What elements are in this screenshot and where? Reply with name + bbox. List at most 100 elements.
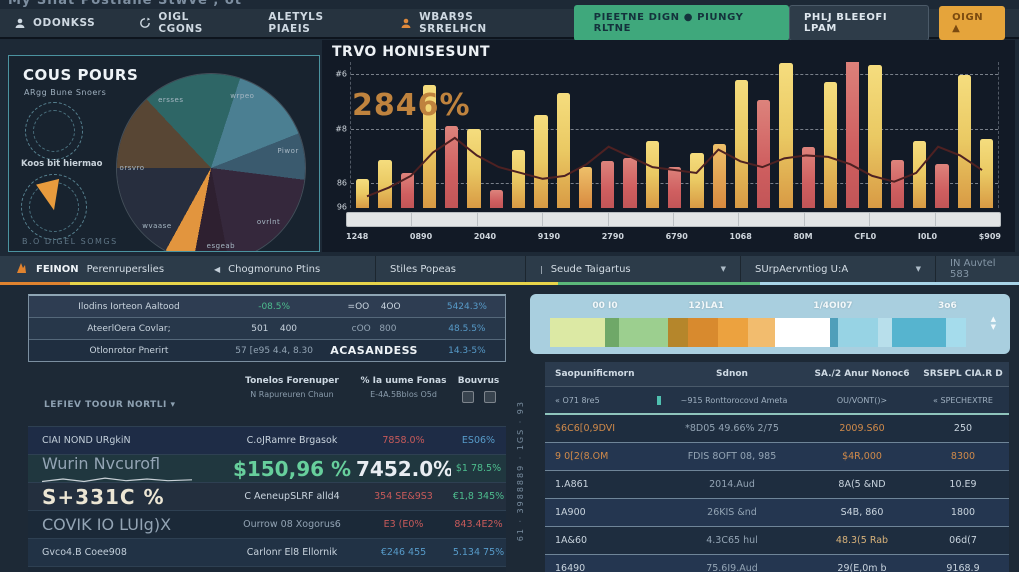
table-cell: S4B, 860 (840, 507, 884, 518)
scrollbar-segment[interactable] (609, 213, 675, 226)
column-header[interactable]: Saopunificmorn (545, 369, 657, 379)
toolbar-segment[interactable]: | Seude Taigartus ▼ (525, 256, 740, 282)
table-row[interactable]: B baandt Ebesor Ehvrts2 AVBK Eloort Bono… (28, 566, 506, 572)
holding-label: Wurin Nvcurofl (42, 453, 161, 473)
primary-action-button[interactable]: PIEETNE DIGN ● PIUNGY RLTNE (573, 5, 789, 41)
table-row[interactable]: Ilodins Iorteon Aaltood -08.5% =OO 4OO 5424… (29, 296, 505, 317)
x-tick: I0L0 (917, 232, 938, 241)
scrollbar-segment[interactable] (805, 213, 871, 226)
legend-swatch[interactable] (877, 318, 892, 347)
scrollbar-segment[interactable] (412, 213, 478, 226)
nav-item[interactable]: OIGL CGONS (139, 11, 224, 35)
toolbar-segments: ◀ Chogmoruno Ptins Stiles Popeas | Seude Tai… (200, 256, 1019, 282)
table-cell: 250 (953, 423, 973, 434)
refresh-icon (139, 17, 151, 29)
col4-header[interactable]: Bouvrus (451, 376, 506, 386)
scrollbar-segment[interactable] (478, 213, 544, 226)
nav-item-label: ODONKSS (33, 17, 96, 29)
table-row[interactable]: COVIK IO LUIg)X Ourrow 08 Xogorus6 E3 (E0%… (28, 510, 506, 538)
table-row[interactable]: Otlonrotor Pnerirt 57 [e95 4.4, 8.30 ACASA… (29, 339, 505, 361)
pie-slice-label: ersses (158, 96, 184, 105)
x-tick: 9190 (537, 232, 561, 241)
nav-item[interactable]: WBAR9S SRRELHCN (400, 11, 526, 35)
toolbar-brand[interactable]: FEINON Perenruperslies (0, 256, 200, 282)
user-alert-icon (400, 17, 412, 29)
legend-stepper[interactable]: ▲ ▼ (991, 316, 996, 331)
holdings-group-dropdown[interactable]: LEFIEV TOOUR NORTLI ▾ (44, 400, 176, 410)
toolbar-segment[interactable]: IN Auvtel 583 (935, 256, 1019, 282)
holding-value: $150,96 % (232, 456, 352, 481)
nav-item-label: ALETYLS PIAEIS (268, 11, 324, 35)
chart-scrollbar[interactable] (346, 212, 1001, 227)
legend-swatch[interactable] (618, 318, 669, 347)
col3-header-line1[interactable]: % Ia uume Fonas (356, 376, 451, 386)
segment-label: SUrpAervntiog U:A (755, 263, 849, 275)
table-cell: 75.6I9.Aud (706, 563, 758, 572)
legend-swatch[interactable] (829, 318, 838, 347)
col2-header-line1[interactable]: Tonelos Forenuper (228, 376, 356, 386)
segment-label: IN Auvtel 583 (950, 258, 996, 280)
y-tick: #8 (335, 124, 347, 134)
legend-swatch[interactable] (747, 318, 776, 347)
table-cell: 1800 (950, 507, 976, 518)
table-row[interactable]: Wurin Nvcurofl $150,96 % 7452.0% $1 78.5% (28, 454, 506, 482)
table-row[interactable]: 1A900 26KIS &nd S4B, 860 1800 (545, 499, 1009, 527)
table-cell: AteerlOera Covlar; (87, 323, 171, 334)
toolbar-segment[interactable]: Stiles Popeas (375, 256, 525, 282)
segment-prefix-icon: | (540, 264, 543, 274)
scrollbar-segment[interactable] (674, 213, 740, 226)
table-row[interactable]: $6C6[0,9DVI *8D05 49.66% 2/75 2009.S60 250 (545, 415, 1009, 443)
segment-label: Seude Taigartus (550, 263, 631, 275)
allocation-panel: COUS POURS ARgg Bune Snoers Koos bit hie… (8, 55, 320, 252)
holding-value: C AeneupSLRF alld4 (244, 491, 340, 502)
table-row[interactable]: 16490 75.6I9.Aud 29(E,0m b 9168.9 (545, 555, 1009, 572)
legend-swatch[interactable] (688, 318, 718, 347)
arrow-down-icon[interactable]: ▼ (991, 324, 996, 331)
holding-value: €246 455 (380, 547, 427, 558)
arrow-up-icon[interactable]: ▲ (991, 316, 996, 323)
scrollbar-segment[interactable] (739, 213, 805, 226)
holding-label-cell: COVIK IO LUIg)X (28, 515, 228, 534)
table-row[interactable]: S+331C % C AeneupSLRF alld4 354 SE&9S3 €1,8… (28, 482, 506, 510)
table-row[interactable]: CIAI NOND URgkiN C.oJRamre Brgasok 7858.0%… (28, 426, 506, 454)
table-cell: 8300 (950, 451, 976, 462)
legend-swatch[interactable] (837, 318, 878, 347)
legend-swatch[interactable] (717, 318, 748, 347)
table-row[interactable]: 9 0[2(8.OM FDIS 8OFT 08, 985 $4R,000 8300 (545, 443, 1009, 471)
scrollbar-segment[interactable] (347, 213, 413, 226)
holding-label: CIAI NOND URgkiN (42, 435, 131, 446)
scrollbar-segment[interactable] (543, 213, 609, 226)
legend-swatch[interactable] (775, 318, 830, 347)
accent-action-button[interactable]: OIGN ▲ (939, 6, 1005, 40)
pie-chart[interactable]: wrpeo Piwor ovrlnt esgeab wvaase orsvro ersses (117, 74, 305, 251)
nav-item[interactable]: ODONKSS (14, 17, 95, 29)
table-row[interactable]: Gvco4.B Coee908 Carlonr El8 Ellornik €246 … (28, 538, 506, 566)
legend-swatch[interactable] (550, 318, 605, 347)
x-axis-labels: 1248 0890 2040 9190 2790 6790 1068 80M CFL0 I0L0 $… (346, 232, 1001, 241)
sparkline (42, 474, 192, 484)
table-cell: 9 0[2(8.OM (555, 451, 609, 462)
column-header[interactable]: SRSEPL CIA.R D (917, 369, 1009, 379)
table-row[interactable]: 1.A861 2014.Aud 8A(5 &ND 10.E9 (545, 471, 1009, 499)
table-cell: cOO 800 (351, 323, 397, 334)
y-tick: 96 (336, 202, 347, 212)
toolbar-segment[interactable]: SUrpAervntiog U:A ▼ (740, 256, 935, 282)
table-cell: 5424.3% (446, 301, 487, 312)
filter-icon[interactable] (483, 391, 496, 403)
scrollbar-segment[interactable] (936, 213, 1000, 226)
legend-swatch[interactable] (604, 318, 619, 347)
column-header[interactable]: Sdnon (657, 369, 807, 379)
toolbar-segment[interactable]: ◀ Chogmoruno Ptins (200, 256, 375, 282)
legend-swatch[interactable] (891, 318, 947, 347)
table-cell: $4R,000 (842, 451, 882, 462)
table-cell: 29(E,0m b (837, 563, 887, 572)
column-header[interactable]: SA./2 Anur Nonoc6 (807, 369, 917, 379)
nav-item[interactable]: ALETYLS PIAEIS (268, 11, 356, 35)
legend-swatch[interactable] (668, 318, 689, 347)
secondary-action-button[interactable]: PHLJ BLEEOFI LPAM (789, 5, 930, 41)
legend-swatch[interactable] (946, 318, 967, 347)
bookmark-icon[interactable] (461, 391, 474, 403)
scrollbar-segment[interactable] (870, 213, 936, 226)
table-row[interactable]: AteerlOera Covlar; 501 400 cOO 800 48.5.5% (29, 317, 505, 339)
table-row[interactable]: 1A&60 4.3C65 hul 48.3(5 Rab 06d(7 (545, 527, 1009, 555)
